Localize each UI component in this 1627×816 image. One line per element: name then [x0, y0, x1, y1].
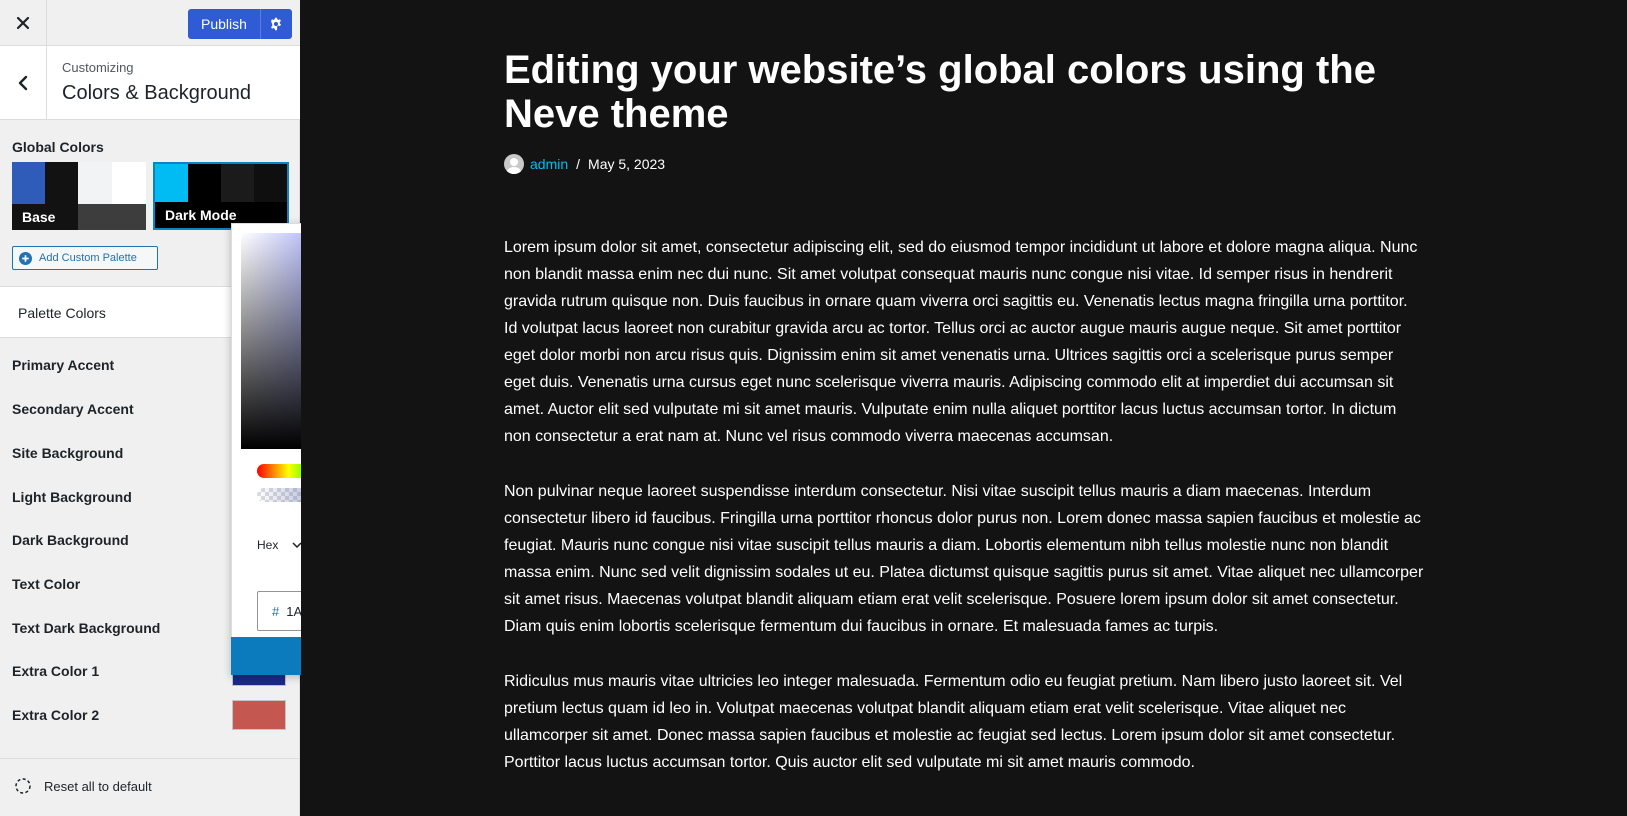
close-icon — [16, 16, 30, 30]
color-label: Text Color — [12, 576, 81, 592]
section-header: Customizing Colors & Background — [0, 46, 300, 120]
avatar — [504, 154, 524, 174]
palette-name: Base — [12, 204, 78, 230]
author-link[interactable]: admin — [530, 156, 568, 172]
post-title: Editing your website’s global colors usi… — [504, 48, 1376, 136]
gear-icon — [271, 17, 282, 31]
color-label: Text Dark Background — [12, 620, 161, 636]
palette-swatch — [78, 204, 146, 230]
add-custom-palette-button[interactable]: Add Custom Palette — [12, 246, 158, 270]
back-button[interactable] — [0, 46, 47, 120]
close-customizer-button[interactable] — [0, 0, 47, 46]
tab-palette-colors-label: Palette Colors — [18, 305, 106, 321]
site-preview: Editing your website’s global colors usi… — [301, 0, 1627, 816]
post-article: Editing your website’s global colors usi… — [504, 48, 1424, 776]
global-colors-label: Global Colors — [12, 139, 104, 155]
color-label: Extra Color 1 — [12, 663, 100, 679]
reset-all-button[interactable]: Reset all to default — [0, 758, 300, 816]
customizer-topbar: Publish — [0, 0, 300, 46]
section-title: Colors & Background — [62, 82, 251, 104]
color-format-select[interactable]: Hex — [257, 535, 302, 555]
post-date: May 5, 2023 — [588, 156, 666, 172]
palette-swatch — [112, 162, 146, 204]
tab-palette-colors[interactable]: Palette Colors — [0, 286, 232, 338]
add-custom-palette-label: Add Custom Palette — [39, 252, 137, 264]
color-format-value: Hex — [257, 538, 279, 552]
color-label: Secondary Accent — [12, 401, 134, 417]
plus-circle-icon — [19, 251, 32, 265]
color-label: Light Background — [12, 489, 132, 505]
color-label: Site Background — [12, 445, 124, 461]
color-row-extra-color-2[interactable]: Extra Color 2 — [0, 700, 300, 730]
color-label: Dark Background — [12, 532, 129, 548]
publish-group: Publish — [188, 9, 292, 39]
publish-button[interactable]: Publish — [188, 9, 260, 39]
reset-icon — [15, 778, 31, 794]
post-paragraph: Lorem ipsum dolor sit amet, consectetur … — [504, 239, 1418, 445]
post-meta: admin / May 5, 2023 — [504, 154, 1424, 174]
palette-swatch — [78, 162, 112, 204]
color-label: Extra Color 2 — [12, 707, 100, 723]
hex-prefix: # — [272, 603, 280, 619]
post-paragraph: Non pulvinar neque laoreet suspendisse i… — [504, 483, 1424, 635]
customizing-label: Customizing — [62, 60, 134, 75]
color-swatch-button[interactable] — [232, 700, 286, 730]
post-paragraph: Ridiculus mus mauris vitae ultricies leo… — [504, 673, 1403, 771]
publish-settings-button[interactable] — [259, 9, 292, 39]
chevron-left-icon — [18, 75, 28, 91]
reset-all-label: Reset all to default — [44, 779, 152, 794]
color-label: Primary Accent — [12, 357, 115, 373]
meta-separator: / — [576, 156, 581, 172]
palette-dark-mode[interactable]: Dark Mode — [153, 162, 289, 230]
palette-base[interactable]: Base — [12, 162, 146, 230]
